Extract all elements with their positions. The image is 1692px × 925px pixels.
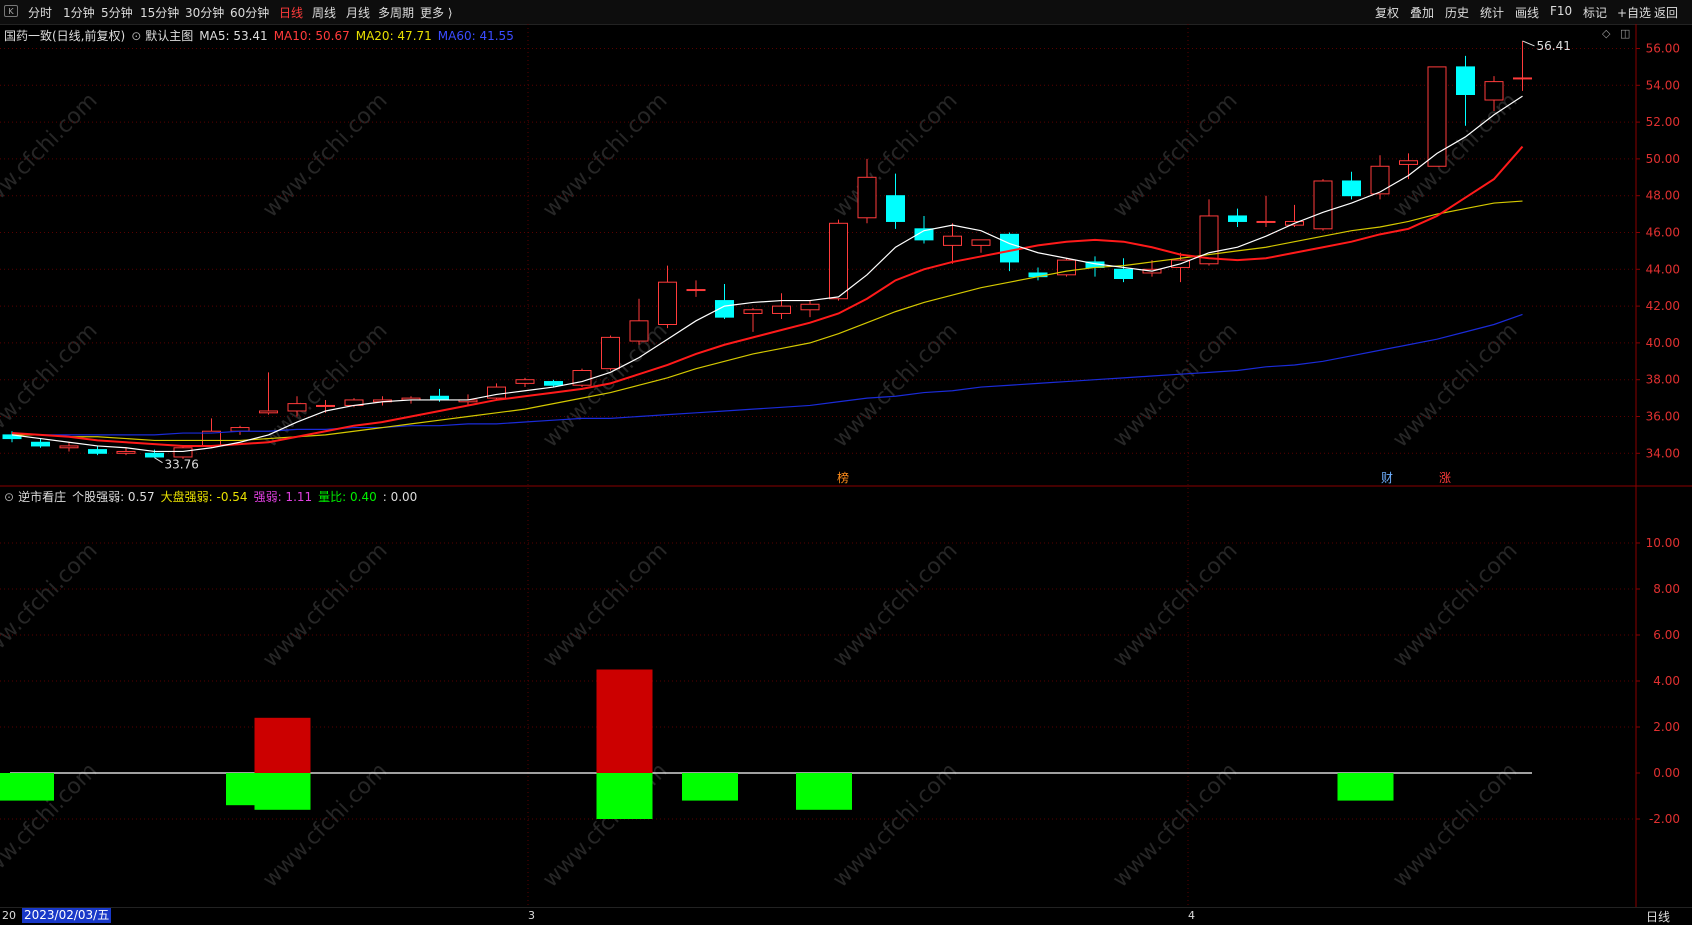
date-axis: 20 2023/02/03/五 3 4 日线 [0,907,1692,924]
candle-body [886,195,905,222]
candle-body [259,410,278,414]
candle-body [116,450,136,454]
marker-rank: 榜 [837,470,849,485]
price-tick-label: 52.00 [1646,115,1680,129]
watermark: www.cfchi.com [538,88,672,222]
watermark: www.cfchi.com [828,318,962,452]
candle-body [1000,233,1019,263]
candle-body [31,441,50,447]
price-tick-label: 54.00 [1646,78,1680,92]
price-tick-label: 44.00 [1646,262,1680,276]
high-label: 56.41 [1537,39,1571,53]
watermark: www.cfchi.com [1108,758,1242,892]
candle-body [829,222,848,300]
candle-body [1114,268,1133,279]
watermark: www.cfchi.com [828,538,962,672]
candle-body [1228,215,1247,222]
sub-bar-negative [1337,773,1394,801]
sub-bar-negative [0,773,54,801]
period-label[interactable]: 日线 [1646,908,1670,925]
date-stub: 20 [2,909,16,922]
price-tick-label: 36.00 [1646,410,1680,424]
price-tick-label: 42.00 [1646,299,1680,313]
ma5-line [11,95,1523,453]
candle-body [1313,180,1333,230]
candle-body [316,404,335,407]
sub-bar-negative [254,773,311,810]
candle-body [1256,220,1276,223]
sub-bar-positive [596,669,653,773]
watermark: www.cfchi.com [258,88,392,222]
marker-finance: 财 [1381,471,1393,485]
sub-tick-label: -2.00 [1649,812,1680,826]
candle-body [1370,165,1390,195]
price-tick-label: 48.00 [1646,189,1680,203]
candle-body [1342,180,1361,197]
sub-tick-label: 4.00 [1653,674,1680,688]
candle-body [658,281,677,325]
candle-body [686,289,706,292]
watermark: www.cfchi.com [1108,88,1242,222]
candle-body [1427,66,1447,167]
sub-tick-label: 2.00 [1653,720,1680,734]
watermark: www.cfchi.com [258,538,392,672]
candle-body [1399,160,1418,165]
candle-body [772,305,791,314]
candle-body [88,449,107,454]
month-tick-4: 4 [1188,909,1195,922]
sub-tick-label: 6.00 [1653,628,1680,642]
candle-body [743,309,763,314]
candle-body [145,452,164,458]
watermark: www.cfchi.com [1108,318,1242,452]
candle-body [800,303,820,311]
watermark: www.cfchi.com [1108,538,1242,672]
watermark: www.cfchi.com [538,538,672,672]
ma60-line [12,313,1523,436]
ma20-line [12,200,1523,442]
marker-limit-up: 涨 [1439,470,1451,485]
candle-body [1456,66,1475,96]
candle-body [971,239,991,246]
low-label: 33.76 [165,458,199,472]
ma10-line [11,145,1524,447]
candle-body [59,445,79,449]
price-tick-label: 34.00 [1646,446,1680,460]
high-pointer [1522,40,1535,47]
candle-body [287,403,307,412]
kline-chart[interactable]: www.cfchi.com www.cfchi.com www.cfchi.com w… [0,0,1692,923]
candle-body [943,235,962,246]
candle-body [515,379,535,384]
watermark: www.cfchi.com [0,538,103,672]
price-tick-label: 38.00 [1646,373,1680,387]
sub-tick-label: 0.00 [1653,766,1680,780]
sub-bar-positive [254,717,311,773]
month-tick-3: 3 [528,909,535,922]
price-tick-label: 56.00 [1646,42,1680,56]
price-tick-label: 46.00 [1646,226,1680,240]
watermark: www.cfchi.com [258,318,392,452]
candle-body [487,386,506,399]
watermark: www.cfchi.com [0,88,103,222]
price-tick-label: 40.00 [1646,336,1680,350]
sub-tick-label: 8.00 [1653,582,1680,596]
watermark: www.cfchi.com [1388,318,1522,452]
low-pointer [154,457,163,464]
sub-bar-negative [596,773,653,819]
candle-body [173,447,193,458]
candle-body [1513,77,1532,80]
candle-body [1484,81,1504,101]
sub-tick-label: 10.00 [1646,536,1680,550]
price-tick-label: 50.00 [1646,152,1680,166]
candle-body [544,381,563,386]
candle-body [857,176,877,219]
cursor-date: 2023/02/03/五 [22,908,112,923]
sub-bar-negative [682,773,738,801]
watermark: www.cfchi.com [1388,538,1522,672]
candle-body [601,336,620,370]
watermark: www.cfchi.com [1388,758,1522,892]
sub-bar-negative [796,773,852,810]
candle-body [629,320,649,342]
